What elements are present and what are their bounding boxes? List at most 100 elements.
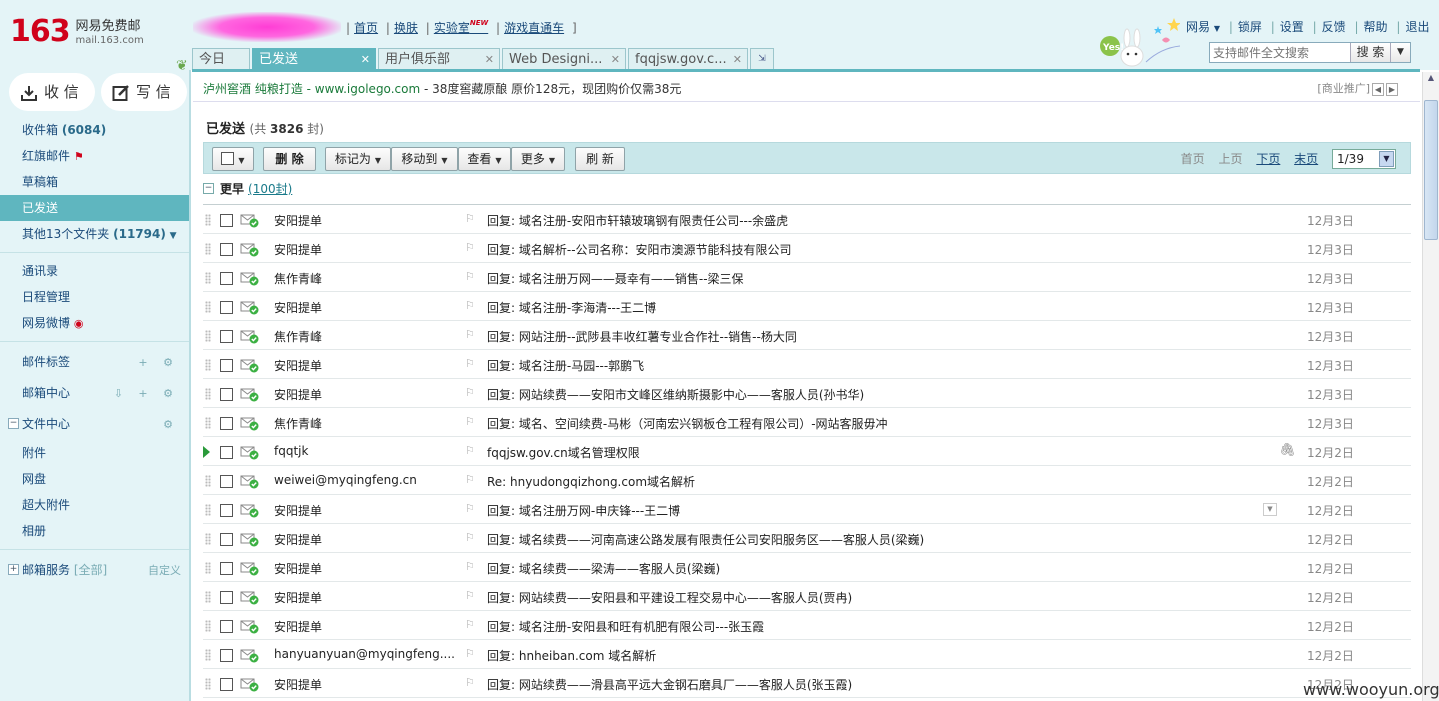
ad-prev-icon[interactable]: ◀ bbox=[1372, 82, 1384, 96]
flag-icon[interactable]: ⚐ bbox=[465, 241, 475, 254]
scroll-up-icon[interactable]: ▲ bbox=[1424, 73, 1438, 89]
close-icon[interactable]: ✕ bbox=[361, 49, 370, 70]
mail-row[interactable]: fqqtjk ⚐ fqqjsw.gov.cn域名管理权限 🖇 12月2日 bbox=[203, 437, 1411, 466]
mail-subject[interactable]: 回复: 网站续费——安阳县和平建设工程交易中心——客服人员(贾冉) bbox=[487, 589, 1267, 606]
mail-checkbox[interactable] bbox=[220, 562, 233, 575]
mail-row[interactable]: 安阳提单 ⚐ 回复: 域名注册-马园---郭鹏飞 12月3日 bbox=[203, 350, 1411, 379]
search-input[interactable] bbox=[1210, 43, 1350, 62]
home-link[interactable]: 首页 bbox=[354, 21, 378, 35]
mail-row[interactable]: 安阳提单 ⚐ 回复: 网站续费——安阳县和平建设工程交易中心——客服人员(贾冉) 12… bbox=[203, 582, 1411, 611]
mail-sender[interactable]: 安阳提单 bbox=[274, 386, 454, 403]
flag-icon[interactable]: ⚐ bbox=[465, 473, 475, 486]
mail-row[interactable]: weiwei@myqingfeng.cn ⚐ Re: hnyudongqizhong… bbox=[203, 466, 1411, 495]
drag-handle-icon[interactable] bbox=[205, 649, 211, 661]
receive-button[interactable]: 收 信 bbox=[10, 74, 94, 110]
more-button[interactable]: 更多 ▼ bbox=[511, 147, 565, 171]
section-mail-service[interactable]: + 邮箱服务 [全部] 自定义 bbox=[0, 555, 189, 586]
flag-icon[interactable]: ⚐ bbox=[465, 212, 475, 225]
close-icon[interactable]: ✕ bbox=[485, 49, 494, 70]
help-link[interactable]: 帮助 bbox=[1364, 20, 1388, 34]
drag-handle-icon[interactable] bbox=[205, 301, 211, 313]
mail-subject[interactable]: fqqjsw.gov.cn域名管理权限 bbox=[487, 444, 1267, 461]
collapse-icon[interactable]: − bbox=[203, 183, 214, 194]
mail-checkbox[interactable] bbox=[220, 504, 233, 517]
mail-checkbox[interactable] bbox=[220, 214, 233, 227]
mail-subject[interactable]: 回复: 域名续费——梁涛——客服人员(梁巍) bbox=[487, 560, 1267, 577]
logo[interactable]: 163 网易免费邮 mail.163.com bbox=[10, 16, 144, 48]
sidebar-item-inbox[interactable]: 收件箱 (6084) bbox=[0, 117, 189, 143]
tab-sent[interactable]: 已发送 ✕ bbox=[252, 48, 376, 70]
mail-checkbox[interactable] bbox=[220, 620, 233, 633]
feedback-link[interactable]: 反馈 bbox=[1322, 20, 1346, 34]
scroll-thumb[interactable] bbox=[1424, 100, 1438, 240]
mail-sender[interactable]: fqqtjk bbox=[274, 444, 454, 458]
mail-subject[interactable]: Re: hnyudongqizhong.com域名解析 bbox=[487, 473, 1267, 490]
netease-menu[interactable]: 网易 ▼ bbox=[1186, 20, 1220, 34]
search-options-dropdown[interactable]: ▼ bbox=[1390, 43, 1410, 62]
flag-icon[interactable]: ⚐ bbox=[465, 618, 475, 631]
delete-button[interactable]: 删 除 bbox=[263, 147, 316, 171]
mail-checkbox[interactable] bbox=[220, 446, 233, 459]
close-icon[interactable]: ✕ bbox=[733, 49, 742, 70]
drag-handle-icon[interactable] bbox=[205, 272, 211, 284]
tag-tools-icons[interactable]: + ⚙ bbox=[138, 347, 179, 378]
mail-checkbox[interactable] bbox=[220, 417, 233, 430]
mail-row[interactable]: hanyuanyuan@myqingfeng.... ⚐ 回复: hnheiban.… bbox=[203, 640, 1411, 669]
first-page-link[interactable]: 首页 bbox=[1181, 152, 1205, 166]
flag-icon[interactable]: ⚐ bbox=[465, 531, 475, 544]
service-all-link[interactable]: [全部] bbox=[74, 563, 107, 577]
sidebar-item-sent[interactable]: 已发送 bbox=[0, 195, 189, 221]
lab-link[interactable]: 实验室NEW bbox=[434, 19, 488, 35]
mail-row[interactable]: 安阳提单 ⚐ 回复: 域名注册-李海清---王二博 12月3日 bbox=[203, 292, 1411, 321]
mail-row[interactable]: 安阳提单 ⚐ 回复: 网站续费——滑县高平远大金钢石磨具厂——客服人员(张玉霞) 12… bbox=[203, 669, 1411, 698]
mail-subject[interactable]: 回复: 域名注册万网-申庆锋---王二博 bbox=[487, 502, 1267, 519]
mail-row[interactable]: 安阳提单 ⚐ 回复: 域名注册万网-申庆锋---王二博 ▼ 12月2日 bbox=[203, 495, 1411, 524]
sidebar-item-contacts[interactable]: 通讯录 bbox=[0, 258, 189, 284]
flag-icon[interactable]: ⚐ bbox=[465, 357, 475, 370]
scrollbar[interactable]: ▲ bbox=[1422, 72, 1439, 701]
logout-link[interactable]: 退出 bbox=[1405, 20, 1429, 34]
mail-subject[interactable]: 回复: 域名注册-安阳市轩辕玻璃钢有限责任公司---余盛虎 bbox=[487, 212, 1267, 229]
search-button[interactable]: 搜 索 bbox=[1350, 43, 1390, 62]
mail-checkbox[interactable] bbox=[220, 678, 233, 691]
mail-row[interactable]: 安阳提单 ⚐ 回复: 域名续费——河南高速公路发展有限责任公司安阳服务区——客服人员… bbox=[203, 524, 1411, 553]
mail-row[interactable]: 安阳提单 ⚐ 回复: 域名续费——梁涛——客服人员(梁巍) 12月2日 bbox=[203, 553, 1411, 582]
tab-user-club[interactable]: 用户俱乐部 ✕ bbox=[378, 48, 500, 70]
mark-as-button[interactable]: 标记为 ▼ bbox=[325, 147, 391, 171]
mail-row[interactable]: 安阳提单 ⚐ 回复: 域名注册-安阳县和旺有机肥有限公司---张玉霞 12月2日 bbox=[203, 611, 1411, 640]
mail-checkbox[interactable] bbox=[220, 649, 233, 662]
drag-handle-icon[interactable] bbox=[205, 678, 211, 690]
flag-icon[interactable]: ⚐ bbox=[465, 502, 475, 515]
mail-checkbox[interactable] bbox=[220, 330, 233, 343]
mail-sender[interactable]: 安阳提单 bbox=[274, 357, 454, 374]
drag-handle-icon[interactable] bbox=[205, 562, 211, 574]
flag-icon[interactable]: ⚐ bbox=[465, 444, 475, 457]
mail-sender[interactable]: 安阳提单 bbox=[274, 531, 454, 548]
mail-row[interactable]: 焦作青峰 ⚐ 回复: 域名、空间续费-马彬（河南宏兴钢板仓工程有限公司）-网站客服毋… bbox=[203, 408, 1411, 437]
mail-sender[interactable]: 安阳提单 bbox=[274, 560, 454, 577]
settings-link[interactable]: 设置 bbox=[1280, 20, 1304, 34]
drag-handle-icon[interactable] bbox=[205, 417, 211, 429]
mail-subject[interactable]: 回复: 网站续费——滑县高平远大金钢石磨具厂——客服人员(张玉霞) bbox=[487, 676, 1267, 693]
flag-icon[interactable]: ⚐ bbox=[465, 647, 475, 660]
section-mail-center[interactable]: 邮箱中心 ⇩ + ⚙ bbox=[0, 378, 189, 409]
mail-row[interactable]: 安阳提单 ⚐ 回复: 域名注册-安阳市轩辕玻璃钢有限责任公司---余盛虎 12月3日 bbox=[203, 205, 1411, 234]
tab-list-icon[interactable]: ⇲ bbox=[750, 48, 774, 70]
refresh-button[interactable]: 刷 新 bbox=[575, 147, 625, 171]
mail-subject[interactable]: 回复: 域名注册-安阳县和旺有机肥有限公司---张玉霞 bbox=[487, 618, 1267, 635]
mail-sender[interactable]: weiwei@myqingfeng.cn bbox=[274, 473, 454, 487]
sidebar-item-other-folders[interactable]: 其他13个文件夹 (11794) ▼ bbox=[0, 221, 189, 247]
drag-handle-icon[interactable] bbox=[205, 591, 211, 603]
flag-icon[interactable]: ⚐ bbox=[465, 676, 475, 689]
mail-row[interactable]: 焦作青峰 ⚐ 回复: 网站注册--武陟县丰收红薯专业合作社--销售--杨大同 12月3… bbox=[203, 321, 1411, 350]
flag-icon[interactable]: ⚐ bbox=[465, 386, 475, 399]
mail-row[interactable]: 安阳提单 ⚐ 回复: 网站续费——安阳市文峰区维纳斯摄影中心——客服人员(孙书华) 1… bbox=[203, 379, 1411, 408]
mail-subject[interactable]: 回复: 域名解析--公司名称：安阳市澳源节能科技有限公司 bbox=[487, 241, 1267, 258]
mail-checkbox[interactable] bbox=[220, 388, 233, 401]
mail-checkbox[interactable] bbox=[220, 533, 233, 546]
tab-web-design[interactable]: Web Designi... ✕ bbox=[502, 48, 626, 70]
ad-link[interactable]: 泸州窖酒 纯粮打造 - www.igolego.com bbox=[203, 82, 420, 96]
mail-sender[interactable]: 安阳提单 bbox=[274, 299, 454, 316]
sidebar-item-album[interactable]: 相册 bbox=[0, 518, 189, 544]
sidebar-item-drafts[interactable]: 草稿箱 bbox=[0, 169, 189, 195]
